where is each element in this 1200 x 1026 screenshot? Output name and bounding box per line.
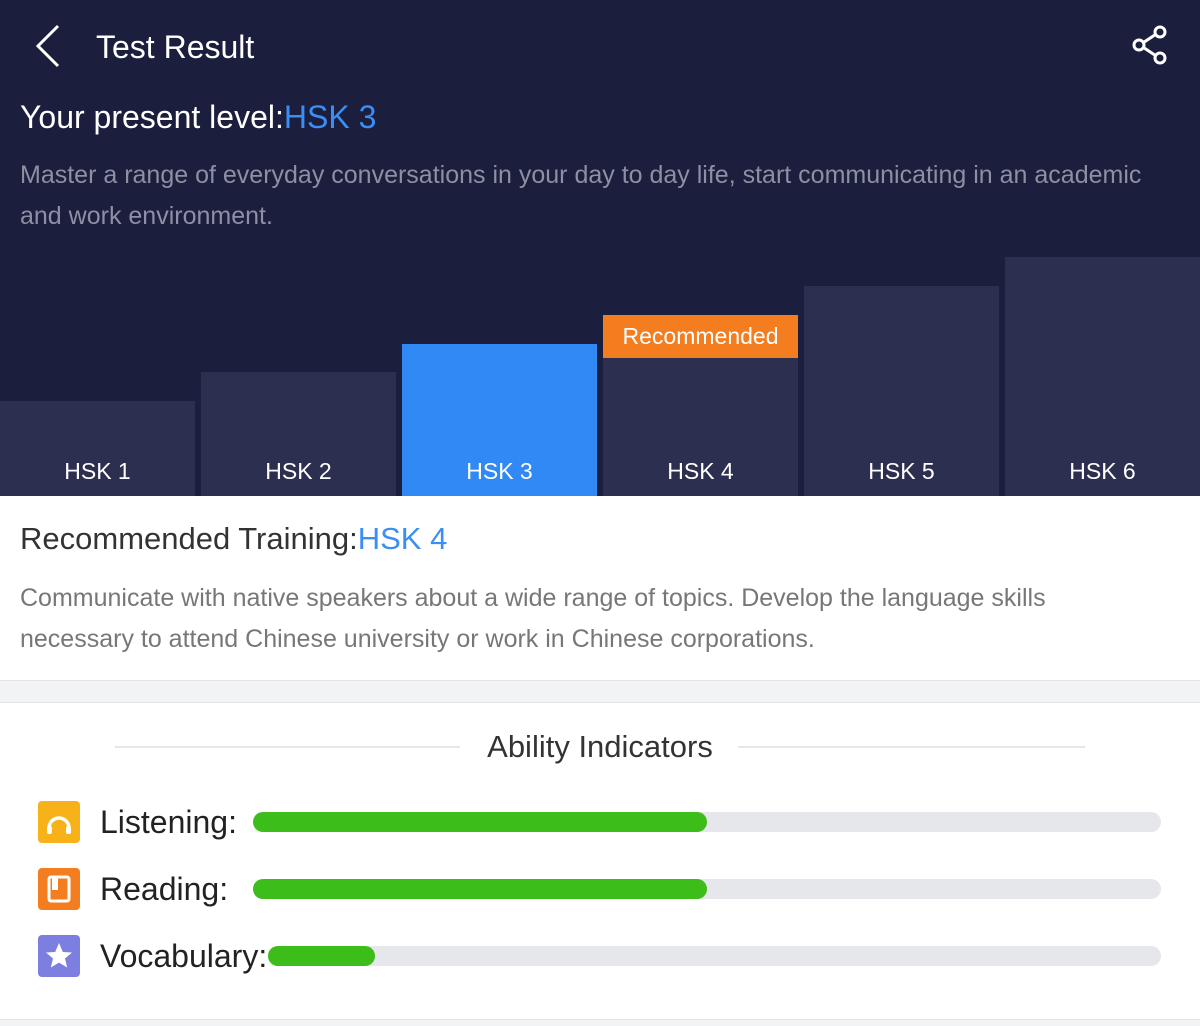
progress-fill bbox=[268, 946, 376, 966]
vocabulary-icon-tile bbox=[38, 935, 80, 977]
progress-track bbox=[253, 879, 1161, 899]
indicator-listening: Listening: bbox=[0, 797, 1200, 847]
ability-indicators-section: Ability Indicators Listening: Reading: V… bbox=[0, 702, 1200, 1020]
progress-track bbox=[268, 946, 1161, 966]
ability-indicators-title: Ability Indicators bbox=[487, 729, 713, 764]
star-icon bbox=[46, 943, 72, 968]
book-icon bbox=[47, 875, 71, 903]
level-bar-hsk2[interactable]: HSK 2 bbox=[201, 372, 396, 496]
level-bar-hsk5[interactable]: HSK 5 bbox=[804, 286, 999, 496]
listening-icon-tile bbox=[38, 801, 80, 843]
indicator-label: Vocabulary: bbox=[100, 938, 268, 974]
progress-track bbox=[253, 812, 1161, 832]
level-bar-label: HSK 5 bbox=[868, 458, 935, 484]
headphones-icon bbox=[47, 816, 71, 834]
indicator-label: Reading: bbox=[100, 871, 229, 907]
level-bar-hsk1[interactable]: HSK 1 bbox=[0, 401, 195, 496]
level-bar-hsk4[interactable]: HSK 4 bbox=[603, 358, 798, 496]
progress-fill bbox=[253, 812, 707, 832]
recommended-training-heading: Recommended Training:HSK 4 bbox=[20, 518, 447, 560]
level-bar-label: HSK 3 bbox=[466, 458, 533, 484]
indicator-vocabulary: Vocabulary: bbox=[0, 931, 1200, 981]
recommended-training-label: Recommended Training: bbox=[20, 521, 358, 556]
recommended-badge: Recommended bbox=[603, 315, 798, 358]
progress-fill bbox=[253, 879, 707, 899]
level-bar-label: HSK 2 bbox=[265, 458, 332, 484]
level-bar-label: HSK 6 bbox=[1069, 458, 1136, 484]
level-bar-hsk6[interactable]: HSK 6 bbox=[1005, 257, 1200, 496]
level-bar-label: HSK 1 bbox=[64, 458, 131, 484]
recommended-training-value: HSK 4 bbox=[357, 521, 448, 556]
level-bar-label: HSK 4 bbox=[667, 458, 734, 484]
indicator-reading: Reading: bbox=[0, 864, 1200, 914]
recommended-training-section: Recommended Training:HSK 4 Communicate w… bbox=[0, 496, 1200, 681]
indicator-label: Listening: bbox=[100, 804, 237, 840]
level-bar-hsk3[interactable]: HSK 3 bbox=[402, 344, 597, 496]
level-bars: HSK 1 HSK 2 HSK 3 HSK 4 HSK 5 HSK 6 Reco… bbox=[0, 0, 1200, 496]
reading-icon-tile bbox=[38, 868, 80, 910]
recommended-training-description: Communicate with native speakers about a… bbox=[20, 584, 1046, 653]
result-header: Test Result Your present level:HSK 3 Mas… bbox=[0, 0, 1200, 496]
